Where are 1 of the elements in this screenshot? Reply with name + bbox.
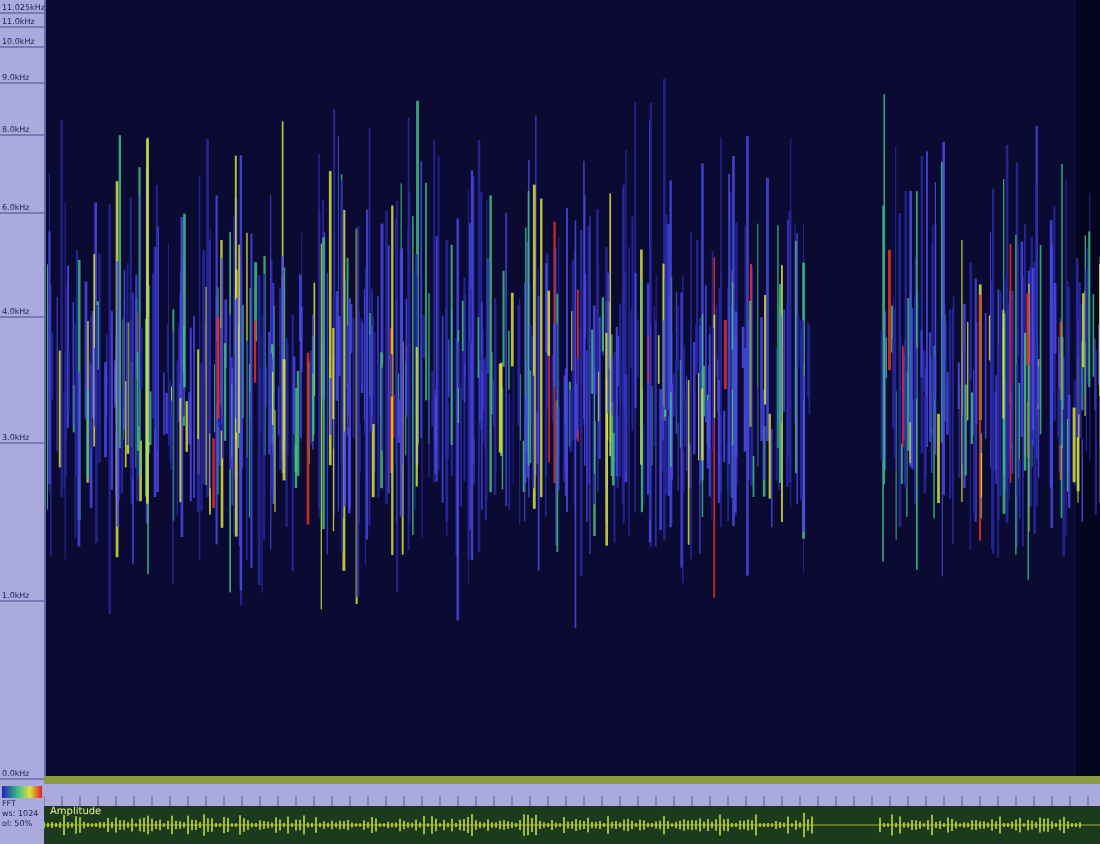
color-scale-icon	[2, 786, 42, 798]
